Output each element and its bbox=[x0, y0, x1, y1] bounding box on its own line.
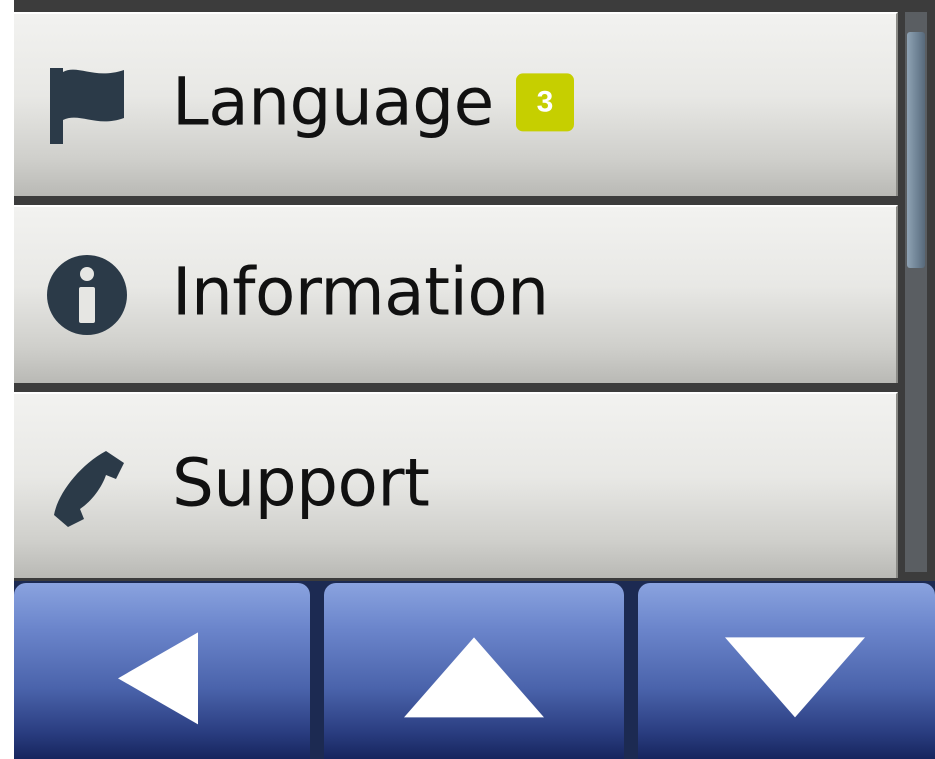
menu-item-label: Language bbox=[172, 63, 494, 141]
menu-item-support[interactable]: Support bbox=[14, 392, 898, 578]
scroll-up-button[interactable] bbox=[324, 583, 624, 759]
menu-scrollbar[interactable] bbox=[905, 12, 927, 572]
scroll-thumb[interactable] bbox=[907, 32, 925, 268]
back-button[interactable] bbox=[14, 583, 310, 759]
menu-item-language[interactable]: Language 3 bbox=[14, 12, 898, 196]
down-arrow-icon bbox=[724, 637, 865, 718]
up-arrow-icon bbox=[404, 637, 544, 718]
phone-icon bbox=[44, 443, 130, 529]
back-arrow-icon bbox=[118, 632, 198, 725]
flag-icon bbox=[44, 62, 130, 148]
menu-item-information[interactable]: Information bbox=[14, 205, 898, 383]
bottom-navigation-bar bbox=[14, 581, 935, 759]
device-screen: Language 3 Information Support bbox=[14, 0, 935, 759]
scroll-down-button[interactable] bbox=[638, 583, 935, 759]
menu-item-label: Support bbox=[172, 444, 430, 522]
info-icon bbox=[44, 252, 130, 338]
count-badge: 3 bbox=[515, 73, 574, 132]
menu-item-label: Information bbox=[172, 253, 549, 331]
